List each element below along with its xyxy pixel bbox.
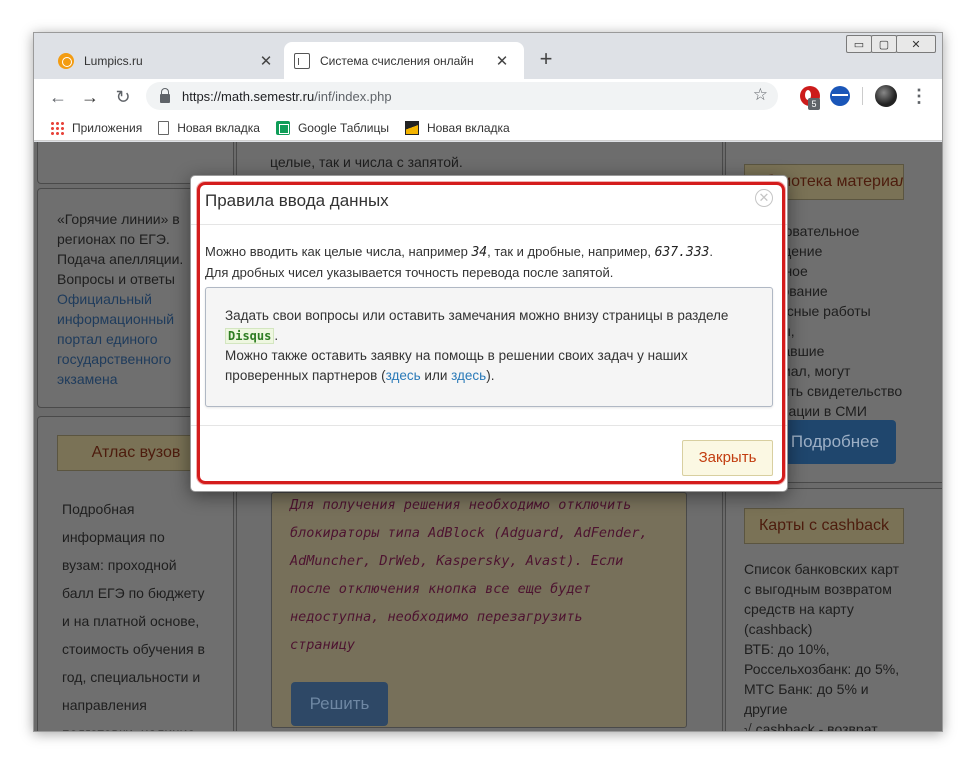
tab-strip: Lumpics.ru ✕ Система счисления онлайн ✕ …: [34, 33, 942, 79]
toolbar-divider: [862, 87, 863, 105]
atlas-text: Подробная информация по вузам: проходной…: [62, 501, 205, 731]
dialog-close-icon[interactable]: ✕: [755, 189, 773, 207]
url-text[interactable]: https://math.semestr.ru/inf/index.php: [182, 89, 392, 104]
center-top-text: целые, так и числа с запятой.: [270, 154, 463, 170]
image-icon: [404, 120, 419, 135]
hotlines-text: «Горячие линии» в регионах по ЕГЭ. Подач…: [57, 211, 184, 389]
lumpics-favicon-icon: [58, 52, 74, 69]
adblock-notice: Для получения решения необходимо отключи…: [290, 497, 648, 653]
cashback-title: Карты с cashback: [744, 508, 904, 544]
page-icon: [158, 120, 170, 135]
bookmark-google-sheets[interactable]: Google Таблицы: [275, 120, 389, 135]
tab-close-icon[interactable]: ✕: [492, 52, 512, 70]
reload-button[interactable]: ↻: [111, 85, 135, 109]
tab-close-icon[interactable]: ✕: [256, 52, 276, 70]
address-bar[interactable]: https://math.semestr.ru/inf/index.php ☆: [146, 82, 778, 110]
maximize-button[interactable]: ▢: [871, 35, 897, 53]
browser-window: Lumpics.ru ✕ Система счисления онлайн ✕ …: [33, 32, 943, 732]
sheets-icon: [275, 120, 290, 135]
feedback-text: Задать свои вопросы или оставить замечан…: [225, 308, 729, 383]
hotlines-link[interactable]: Официальный информационный портал единог…: [57, 289, 183, 389]
close-button[interactable]: Закрыть: [682, 440, 773, 476]
minimize-button[interactable]: ▭: [846, 35, 872, 53]
bookmark-apps[interactable]: Приложения: [50, 120, 142, 135]
tab-title: Система счисления онлайн: [320, 53, 474, 68]
back-button[interactable]: ←: [46, 85, 70, 109]
lock-icon[interactable]: [160, 88, 170, 103]
forward-button[interactable]: →: [78, 85, 102, 109]
dialog-body-text: Можно вводить как целые числа, например …: [205, 244, 714, 280]
disqus-code: Disqus: [225, 328, 275, 344]
page-favicon-icon: [294, 52, 310, 69]
window-close-button[interactable]: ✕: [896, 35, 936, 53]
dialog-divider: [191, 224, 787, 225]
feedback-panel: Задать свои вопросы или оставить замечан…: [205, 287, 773, 407]
dialog-footer-divider: [191, 425, 787, 426]
cashback-text: Список банковских карт с выгодным возвра…: [744, 561, 900, 732]
apps-icon: [50, 120, 64, 135]
partner-link-2[interactable]: здесь: [451, 368, 486, 383]
extension-badge: 5: [808, 98, 820, 110]
globe-extension-icon[interactable]: [830, 86, 850, 106]
input-rules-dialog: Правила ввода данных ✕ Можно вводить как…: [190, 175, 788, 492]
cashback-box: Карты с cashback Список банковских карт …: [725, 488, 942, 732]
bookmarks-bar: Приложения Новая вкладка Google Таблицы …: [34, 115, 942, 141]
dialog-title: Правила ввода данных: [205, 191, 389, 210]
tab-lumpics[interactable]: Lumpics.ru ✕: [48, 42, 288, 79]
more-button[interactable]: Подробнее: [774, 420, 896, 464]
browser-toolbar: ← → ↻ https://math.semestr.ru/inf/index.…: [34, 79, 942, 115]
bookmark-star-icon[interactable]: ☆: [753, 85, 768, 105]
solve-box: Для получения решения необходимо отключи…: [271, 492, 687, 728]
solve-button[interactable]: Решить: [291, 682, 388, 726]
partner-link-1[interactable]: здесь: [386, 368, 421, 383]
tab-title: Lumpics.ru: [84, 53, 143, 68]
profile-avatar[interactable]: [875, 85, 897, 107]
bookmark-new-tab[interactable]: Новая вкладка: [158, 120, 260, 135]
bookmark-new-tab-2[interactable]: Новая вкладка: [404, 120, 510, 135]
menu-icon[interactable]: ⋮: [910, 85, 928, 107]
tab-calculator[interactable]: Система счисления онлайн ✕: [284, 42, 524, 79]
new-tab-button[interactable]: +: [534, 46, 558, 72]
